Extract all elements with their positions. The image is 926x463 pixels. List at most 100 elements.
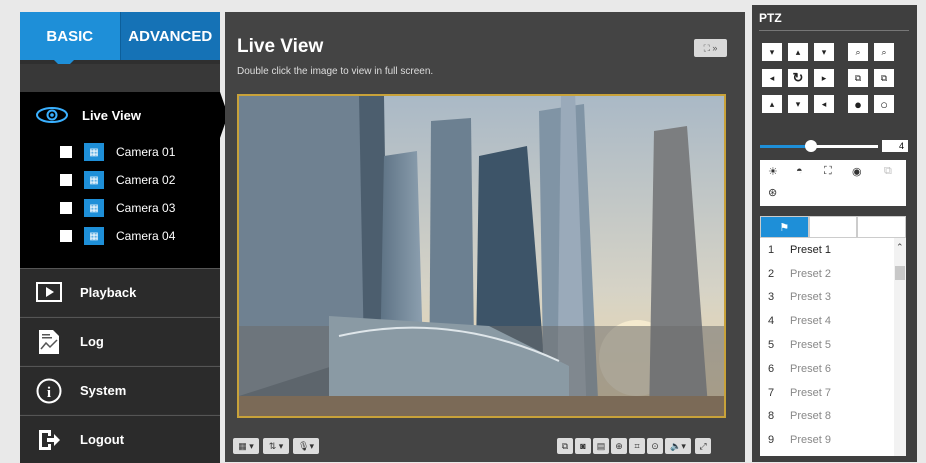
scan-button[interactable]: ⛶: [824, 165, 832, 178]
ptz-left-button[interactable]: ◂: [762, 69, 782, 87]
preset-item[interactable]: 9 Preset 9: [760, 428, 906, 452]
app: BASIC ADVANCED Live View ▦ Camera 01 ▦ C…: [0, 0, 926, 463]
iris-close-button[interactable]: ○: [874, 95, 894, 113]
sidebar-item-system[interactable]: i System: [20, 366, 220, 414]
tab-tour[interactable]: [808, 216, 858, 238]
ptz-up-right-button[interactable]: ▾: [814, 43, 834, 61]
arrow-right-icon: ▸: [821, 72, 827, 83]
preset-item[interactable]: 8 Preset 8: [760, 405, 906, 429]
preset-item[interactable]: 7 Preset 7: [760, 381, 906, 405]
speed-slider-handle[interactable]: [804, 140, 817, 152]
focus-near-button[interactable]: ⧉: [848, 69, 868, 87]
zoom-icon: ⊕: [615, 440, 623, 451]
preset-item[interactable]: 5 Preset 5: [760, 333, 906, 357]
camera-label: Camera 03: [116, 201, 176, 215]
sidebar-item-label: Live View: [82, 107, 142, 123]
ptz-right-button[interactable]: ▸: [814, 69, 834, 87]
tab-advanced[interactable]: ADVANCED: [119, 12, 220, 60]
preset-number: 3: [768, 291, 775, 304]
preset-number: 5: [768, 339, 775, 352]
camera-checkbox[interactable]: [60, 202, 72, 214]
stream-dropdown[interactable]: ⇅ ▾: [263, 438, 289, 454]
fullscreen-icon: ⛶ »: [703, 42, 718, 53]
sidebar: BASIC ADVANCED Live View ▦ Camera 01 ▦ C…: [20, 12, 228, 463]
camera-item[interactable]: ▦ Camera 01: [20, 138, 220, 166]
camera-item[interactable]: ▦ Camera 02: [20, 166, 220, 194]
preset-item[interactable]: 6 Preset 6: [760, 357, 906, 381]
preset-item[interactable]: 3 Preset 3: [760, 286, 906, 310]
tab-preset[interactable]: ⚑: [760, 216, 809, 238]
preset-label: Preset 3: [790, 291, 831, 304]
tour-button[interactable]: ◉: [852, 165, 862, 178]
sidebar-item-label: Log: [80, 334, 104, 349]
sidebar-item-log[interactable]: Log: [20, 317, 220, 365]
preset-item[interactable]: 2 Preset 2: [760, 262, 906, 286]
camera-checkbox[interactable]: [60, 146, 72, 158]
film-icon: ▦: [84, 171, 104, 189]
tab-pattern[interactable]: [857, 216, 907, 238]
chevron-up-icon[interactable]: ⌃: [896, 242, 904, 253]
fullscreen-toggle-button[interactable]: ⛶ »: [694, 39, 727, 57]
iris-open-button[interactable]: ●: [848, 95, 868, 113]
volume-dropdown[interactable]: 🔈▾: [665, 438, 691, 454]
pattern-button[interactable]: ⧉: [884, 165, 892, 178]
ptz-auto-button[interactable]: ↻: [788, 69, 808, 87]
fit-icon: ⌗: [634, 440, 640, 451]
layout-dropdown[interactable]: ▦ ▾: [233, 438, 259, 454]
sidebar-item-live-view[interactable]: Live View: [20, 92, 228, 138]
focus-button[interactable]: ⊙: [647, 438, 663, 454]
preset-label: Preset 4: [790, 315, 831, 328]
sidebar-item-playback[interactable]: Playback: [20, 268, 220, 316]
ptz-title: PTZ: [759, 11, 782, 25]
scrollbar-thumb[interactable]: [895, 266, 905, 280]
camera-checkbox[interactable]: [60, 230, 72, 242]
wiper-button[interactable]: ◓: [796, 165, 803, 177]
video-toolbar: ▦ ▾ ⇅ ▾ 🎙▾ ⧉ ◙ ▤ ⊕ ⌗ ⊙ 🔈▾ ⤢: [225, 432, 745, 462]
camera-checkbox[interactable]: [60, 174, 72, 186]
logout-icon: [36, 427, 62, 453]
sidebar-item-logout[interactable]: Logout: [20, 415, 220, 463]
arrow-down-right-icon: ◂: [821, 98, 827, 109]
arrow-up-right-icon: ▾: [821, 46, 827, 57]
flag-icon: ⚑: [779, 221, 790, 234]
speed-value: 4: [882, 140, 908, 152]
preset-number: 8: [768, 410, 775, 423]
preset-label: Preset 8: [790, 410, 831, 423]
preset-item[interactable]: 4 Preset 4: [760, 309, 906, 333]
iris-open-icon: ●: [854, 96, 862, 112]
ptz-up-left-button[interactable]: ▾: [762, 43, 782, 61]
arrow-up-icon: ▴: [795, 46, 801, 57]
preset-label: Preset 6: [790, 362, 831, 375]
light-button[interactable]: ☀: [768, 165, 778, 178]
fit-button[interactable]: ⌗: [629, 438, 645, 454]
zoom-out-button[interactable]: ⌕: [874, 43, 894, 61]
video-player[interactable]: [237, 94, 726, 418]
preset-item[interactable]: 1 Preset 1: [760, 238, 906, 262]
camera-item[interactable]: ▦ Camera 04: [20, 222, 220, 250]
preset-list: 1 Preset 1 2 Preset 2 3 Preset 3 4 Preset 4 …: [760, 238, 906, 456]
audio-dropdown[interactable]: 🎙▾: [293, 438, 319, 454]
copy-button[interactable]: ⧉: [557, 438, 573, 454]
preset-label: Preset 7: [790, 386, 831, 399]
ptz-down-left-button[interactable]: ▴: [762, 95, 782, 113]
eye-icon: [34, 102, 70, 128]
zoom-in-button[interactable]: ⌕: [848, 43, 868, 61]
grid-icon: ▦ ▾: [238, 440, 254, 451]
digital-zoom-button[interactable]: ⊕: [611, 438, 627, 454]
preset-number: 9: [768, 434, 775, 447]
fullscreen-button[interactable]: ⤢: [695, 438, 711, 454]
ptz-down-right-button[interactable]: ◂: [814, 95, 834, 113]
snapshot-button[interactable]: ◙: [575, 438, 591, 454]
record-button[interactable]: ▤: [593, 438, 609, 454]
camera-label: Camera 01: [116, 145, 176, 159]
ptz-up-button[interactable]: ▴: [788, 43, 808, 61]
home-button[interactable]: ⊛: [768, 186, 777, 199]
preset-scrollbar[interactable]: ⌃: [894, 238, 906, 456]
arrow-down-icon: ▾: [795, 98, 801, 109]
focus-far-button[interactable]: ⧉: [874, 69, 894, 87]
tab-basic[interactable]: BASIC: [20, 12, 120, 70]
ptz-down-button[interactable]: ▾: [788, 95, 808, 113]
sidebar-item-label: System: [80, 383, 127, 398]
camera-item[interactable]: ▦ Camera 03: [20, 194, 220, 222]
log-icon: [36, 329, 62, 355]
